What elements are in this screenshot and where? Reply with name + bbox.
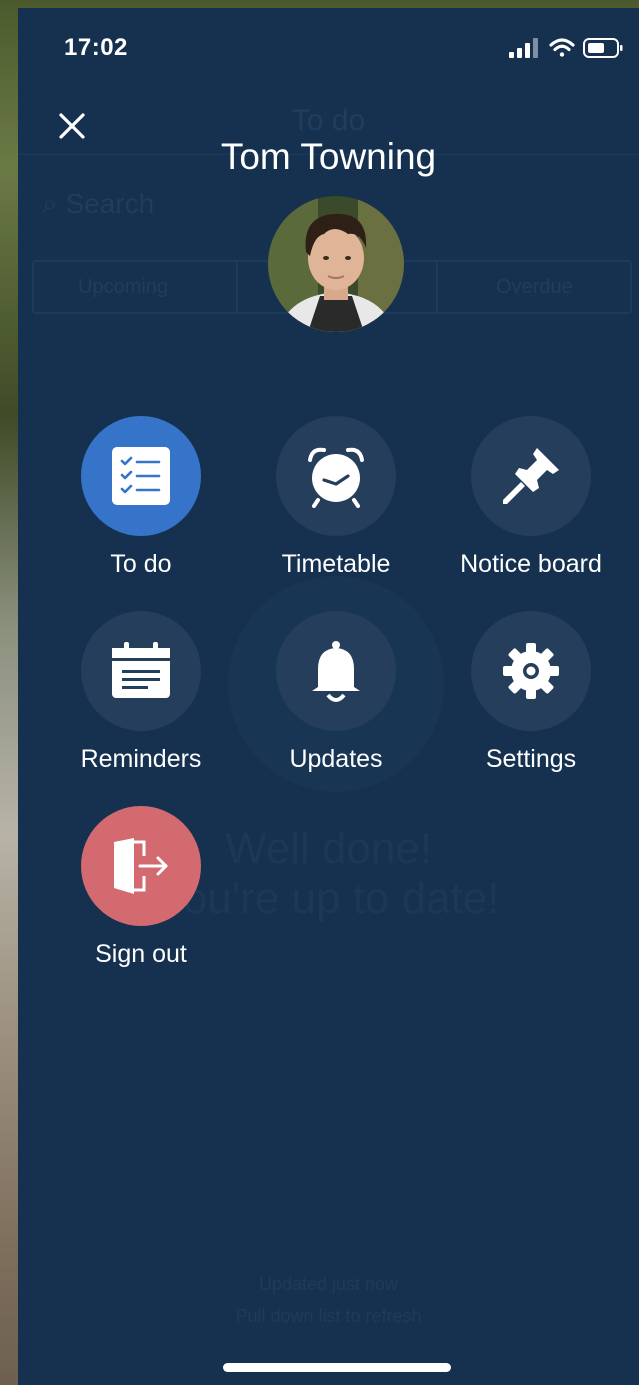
menu-item-label: Settings [485,745,577,773]
home-indicator[interactable] [223,1363,451,1372]
tab-divider [236,262,238,312]
side-menu-overlay: To do ⌕ Search Upcoming Overdue Well don… [18,8,639,1385]
timetable-icon-circle [276,416,396,536]
menu-item-settings[interactable]: Settings [435,611,625,781]
menu-item-label: Timetable [281,550,391,578]
to-do-icon-circle [81,416,201,536]
background-updated-text: Updated just now [258,1274,399,1294]
search-icon: ⌕ [42,188,66,219]
menu-item-label: Notice board [460,550,602,578]
menu-item-to-do[interactable]: To do [45,416,235,586]
pushpin-icon [503,448,559,504]
tab-divider [436,262,438,312]
menu-item-label: Updates [289,745,383,773]
menu-item-label: To do [110,550,172,578]
background-page-title: To do [291,104,366,137]
background-refresh-hint: Pull down list to refresh [235,1306,422,1326]
checklist-icon [112,447,170,505]
avatar[interactable] [268,196,404,332]
sign-out-icon [114,838,168,894]
search-placeholder: Search [65,188,155,219]
sign-out-icon-circle [81,806,201,926]
battery-icon [583,38,623,58]
menu-item-notice-board[interactable]: Notice board [435,416,625,586]
menu-item-timetable[interactable]: Timetable [240,416,430,586]
bell-icon [312,641,360,702]
background-tab-overdue: Overdue [496,276,573,298]
menu-item-label: Sign out [95,940,187,968]
background-search-field: ⌕ Search [42,188,154,221]
settings-icon-circle [471,611,591,731]
menu-item-updates[interactable]: Updates [240,611,430,781]
calendar-icon [112,642,170,698]
user-name: Tom Towning [220,136,437,177]
gear-icon [503,643,559,699]
status-time: 17:02 [64,34,128,61]
menu-item-reminders[interactable]: Reminders [45,611,235,781]
menu-item-label: Reminders [80,745,202,773]
notice-board-icon-circle [471,416,591,536]
updates-icon-circle [276,611,396,731]
alarm-clock-icon [308,447,364,508]
menu-item-sign-out[interactable]: Sign out [45,806,235,976]
status-icons [509,36,629,60]
cellular-signal-icon [509,38,538,58]
reminders-icon-circle [81,611,201,731]
wifi-icon [549,38,575,57]
background-tab-upcoming: Upcoming [78,276,169,298]
